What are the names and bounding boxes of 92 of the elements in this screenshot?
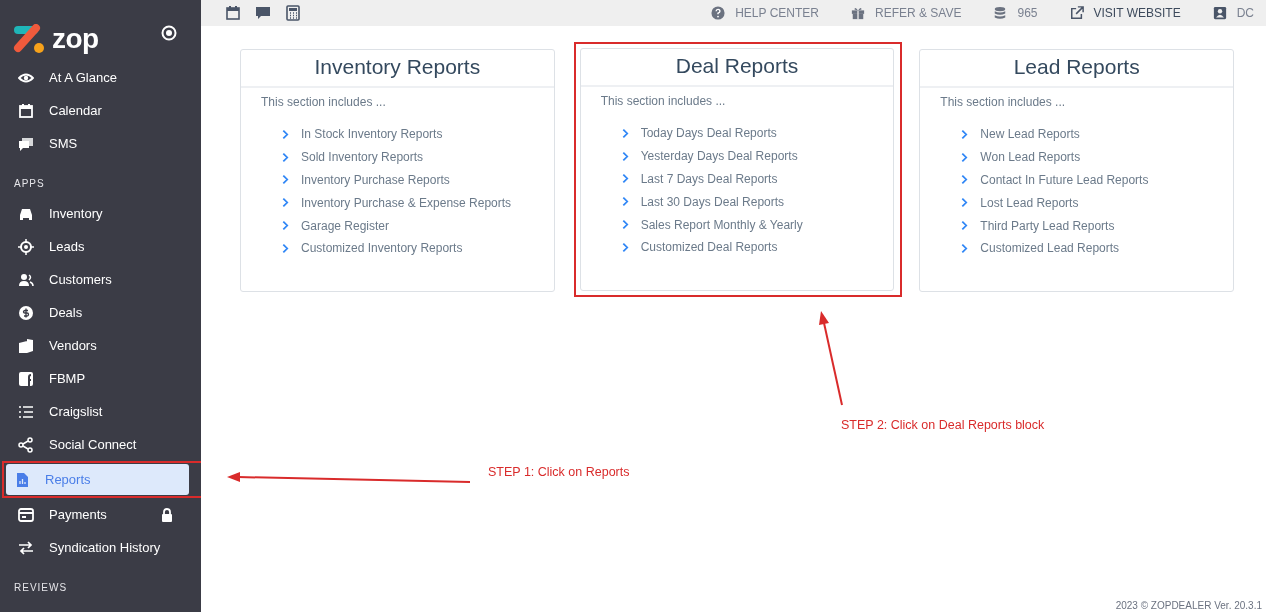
report-link[interactable]: Last 7 Days Deal Reports	[640, 172, 778, 186]
chevron-icon	[621, 173, 629, 185]
nav-item[interactable]: Customers	[4, 263, 197, 296]
chevron-icon	[282, 242, 289, 254]
nav-item[interactable]: Syndication History	[4, 531, 197, 564]
chevron-icon	[282, 151, 289, 163]
chevron-icon	[961, 220, 969, 232]
section-intro: This section includes ...	[261, 95, 387, 109]
nav-item[interactable]: Social Connect	[4, 428, 197, 461]
nav-item[interactable]: Reports	[6, 464, 189, 495]
top-link[interactable]: HELP CENTER	[711, 6, 819, 20]
target-icon	[18, 238, 34, 255]
calendar-icon	[18, 102, 34, 119]
chevron-icon	[282, 197, 289, 209]
top-link[interactable]: REFER & SAVE	[851, 6, 962, 20]
annotation-text: STEP 2: Click on Deal Reports block	[841, 418, 1045, 432]
nav-item[interactable]: SMS	[4, 127, 197, 160]
share-icon	[18, 436, 34, 453]
report-link[interactable]: Contact In Future Lead Reports	[980, 173, 1149, 187]
section-label: REVIEWS	[13, 581, 69, 595]
nav-item[interactable]: Payments	[4, 498, 197, 531]
chevron-icon	[961, 128, 969, 140]
card-title: Inventory Reports	[241, 50, 554, 88]
section-intro: This section includes ...	[940, 95, 1067, 109]
list-icon	[18, 403, 34, 420]
top-link[interactable]: VISIT WEBSITE	[1069, 6, 1181, 20]
report-link[interactable]: Garage Register	[301, 218, 390, 233]
chevron-icon	[961, 197, 969, 209]
report-link[interactable]: Sales Report Monthly & Yearly	[640, 217, 803, 232]
chevron-icon	[282, 174, 289, 186]
report-link[interactable]: Inventory Purchase & Expense Reports	[301, 195, 512, 210]
square-icon	[18, 370, 34, 387]
chevron-icon	[621, 219, 629, 231]
logo-icon	[12, 24, 46, 54]
chat-icon[interactable]	[255, 5, 271, 21]
section-intro: This section includes ...	[600, 94, 727, 108]
report-link[interactable]: Won Lead Reports	[980, 150, 1081, 165]
nav-item[interactable]: Inventory	[4, 197, 197, 230]
card-title: Deal Reports	[580, 49, 894, 87]
report-link[interactable]: Third Party Lead Reports	[980, 218, 1115, 233]
nav-item[interactable]: Deals	[4, 296, 197, 329]
nav-item[interactable]: Calendar	[4, 94, 197, 127]
report-link[interactable]: Customized Deal Reports	[640, 240, 778, 255]
report-link[interactable]: Inventory Purchase Reports	[301, 173, 450, 187]
top-link[interactable]: 965	[993, 6, 1038, 20]
report-card[interactable]	[240, 49, 555, 292]
report-link[interactable]: Last 30 Days Deal Reports	[640, 194, 785, 209]
report-link[interactable]: Customized Lead Reports	[980, 241, 1120, 256]
report-link[interactable]: New Lead Reports	[980, 127, 1080, 142]
nav-item[interactable]: Leads	[4, 230, 197, 263]
report-link[interactable]: Customized Inventory Reports	[301, 241, 463, 256]
chevron-icon	[961, 174, 969, 186]
user-badge-icon	[1212, 6, 1227, 20]
help-icon	[711, 6, 726, 20]
external-link-icon	[1069, 6, 1084, 20]
nav-item[interactable]: Craigslist	[4, 395, 197, 428]
calendar-icon[interactable]	[225, 5, 241, 21]
chat-icon	[18, 135, 34, 152]
radio-icon[interactable]	[161, 25, 177, 41]
chevron-icon	[621, 196, 629, 208]
people-icon	[18, 271, 34, 288]
chevron-icon	[961, 151, 969, 163]
report-link[interactable]: Lost Lead Reports	[980, 195, 1079, 210]
chevron-icon	[621, 150, 629, 162]
section-label: APPS	[13, 177, 46, 191]
report-card[interactable]: Lead Reports This section includes ... New Lead Reports Won Lead Reports Contact In Future Lead Reports Lost Lead Reports Third Party Lead Reports Customized Lead Reports	[919, 49, 1234, 292]
gift-icon	[851, 6, 865, 20]
coins-icon	[993, 6, 1008, 20]
card-icon	[18, 506, 34, 523]
chevron-icon	[621, 241, 629, 253]
report-link[interactable]: Today Days Deal Reports	[640, 126, 777, 141]
nav-item[interactable]: Vendors	[4, 329, 197, 362]
report-link[interactable]: In Stock Inventory Reports	[301, 127, 443, 142]
dollar-icon	[18, 304, 34, 321]
chart-doc-icon	[14, 471, 30, 488]
footer-text: 2023 © ZOPDEALER Ver. 20.3.1	[1115, 600, 1262, 611]
chevron-icon	[282, 220, 289, 232]
calculator-icon[interactable]	[285, 5, 301, 21]
building-icon	[18, 337, 34, 354]
swap-icon	[18, 539, 34, 556]
annotation-text: STEP 1: Click on Reports	[488, 465, 630, 479]
report-card[interactable]: Deal Reports This section includes ... Today Days Deal Reports Yesterday Days Deal Reports Last 7 Days Deal Reports Last 30 Days Deal Reports Sales Report Monthly & Yearly Customized Deal Reports	[579, 48, 895, 291]
chevron-icon	[282, 128, 289, 140]
nav-item[interactable]: FBMP	[4, 362, 197, 395]
chevron-icon	[961, 242, 969, 254]
card-title: Lead Reports	[920, 50, 1233, 88]
logo-text: zop	[52, 25, 99, 53]
report-link[interactable]: Sold Inventory Reports	[301, 150, 424, 165]
nav-item[interactable]: At A Glance	[4, 61, 197, 94]
report-link[interactable]: Yesterday Days Deal Reports	[640, 149, 798, 164]
chevron-icon	[621, 127, 629, 139]
top-link[interactable]: DC	[1212, 6, 1254, 20]
